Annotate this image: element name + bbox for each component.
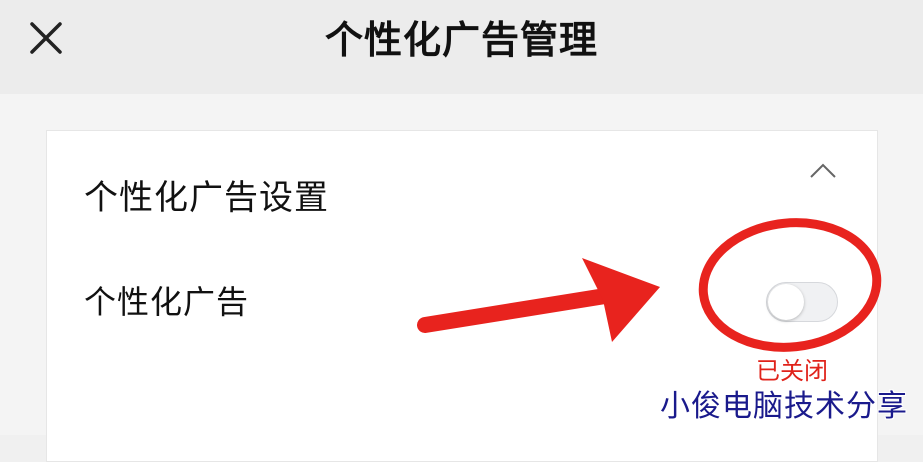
- page-title: 个性化广告管理: [324, 18, 598, 62]
- personalized-ads-label: 个性化广告: [84, 283, 250, 321]
- collapse-button[interactable]: [808, 158, 838, 182]
- toggle-knob: [768, 284, 804, 320]
- chevron-up-icon: [810, 163, 836, 178]
- top-bar: 个性化广告管理: [0, 0, 923, 94]
- watermark-text: 小俊电脑技术分享: [660, 389, 908, 424]
- section-title: 个性化广告设置: [84, 178, 329, 218]
- personalized-ads-toggle[interactable]: [766, 282, 838, 322]
